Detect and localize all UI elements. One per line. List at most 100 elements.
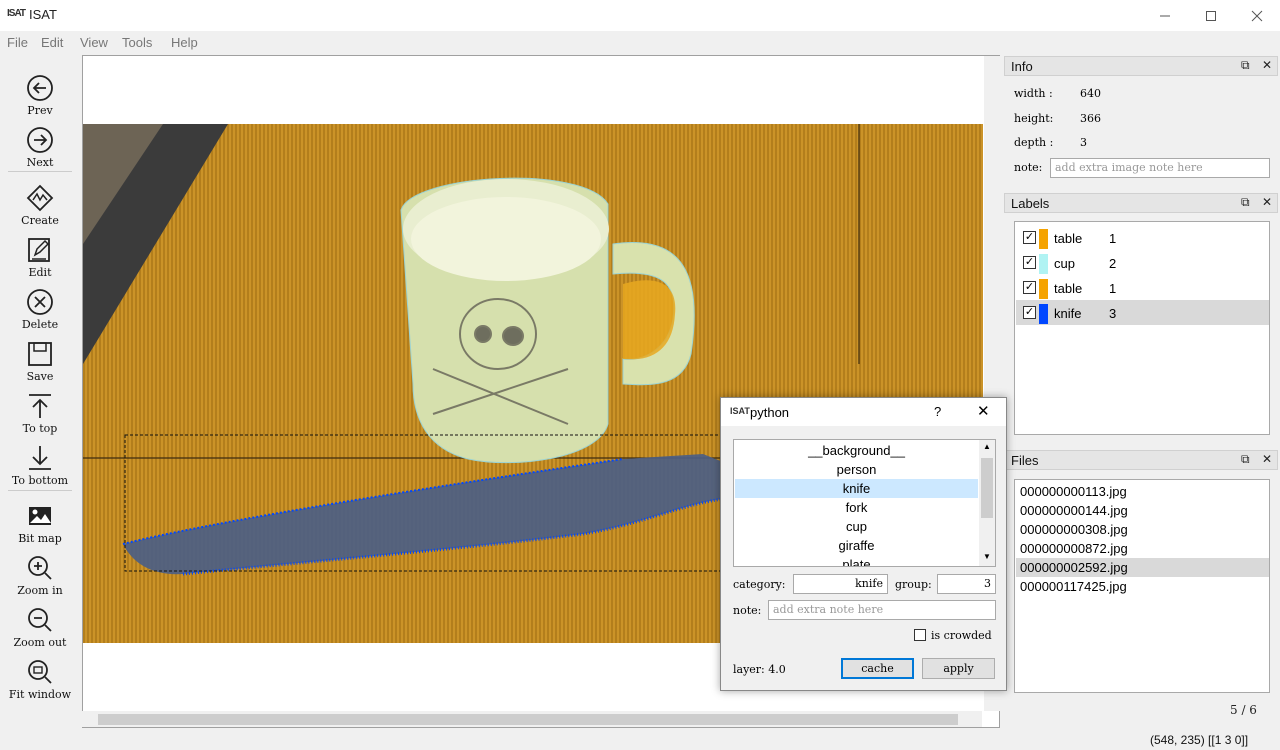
file-row[interactable]: 000000002592.jpg (1016, 558, 1269, 577)
files-list[interactable]: 000000000113.jpg 000000000144.jpg 00000000… (1014, 479, 1270, 693)
close-icon[interactable]: ✕ (1262, 452, 1272, 466)
info-width-label: width : (1014, 87, 1053, 100)
category-item[interactable]: fork (735, 498, 978, 517)
app-logo: ISAT (7, 8, 26, 19)
maximize-icon[interactable] (1188, 0, 1234, 31)
file-row[interactable]: 000000000144.jpg (1016, 501, 1269, 520)
scroll-up-icon[interactable]: ▲ (983, 442, 991, 451)
float-icon[interactable]: ⧉ (1241, 58, 1250, 73)
edit-label: Edit (28, 266, 52, 279)
file-row[interactable]: 000000000113.jpg (1016, 482, 1269, 501)
dialog-logo: ISAT (730, 406, 750, 416)
to-top-label: To top (22, 422, 58, 435)
label-visible-checkbox[interactable]: ✓ (1023, 306, 1036, 319)
label-visible-checkbox[interactable]: ✓ (1023, 231, 1036, 244)
to-bottom-label: To bottom (11, 474, 69, 487)
file-row[interactable]: 000000000872.jpg (1016, 539, 1269, 558)
window-title: ISAT (29, 7, 57, 22)
label-row[interactable]: ✓ table 1 (1016, 225, 1269, 250)
save-button[interactable]: Save (0, 332, 80, 383)
label-visible-checkbox[interactable]: ✓ (1023, 281, 1036, 294)
toolbar-separator (8, 171, 72, 172)
note-label: note: (733, 604, 762, 617)
dialog-title-bar: ISAT python ? ✕ (721, 398, 1006, 426)
category-label: category: (733, 578, 786, 591)
category-item[interactable]: knife (735, 479, 978, 498)
label-row[interactable]: ✓ table 1 (1016, 275, 1269, 300)
label-row[interactable]: ✓ cup 2 (1016, 250, 1269, 275)
is-crowded-checkbox[interactable] (914, 629, 926, 641)
category-list[interactable]: plate giraffe cup fork knife person __backgrou… (733, 439, 996, 567)
label-color-swatch (1039, 229, 1048, 249)
delete-button[interactable]: Delete (0, 280, 80, 331)
create-label: Create (21, 214, 59, 227)
menu-file[interactable]: File (7, 35, 28, 50)
zoom-in-label: Zoom in (17, 584, 63, 597)
help-icon[interactable]: ? (934, 404, 941, 419)
next-button[interactable]: Next (0, 118, 80, 169)
group-label: group: (895, 578, 932, 591)
info-depth-value: 3 (1080, 136, 1087, 149)
zoom-in-button[interactable]: Zoom in (0, 546, 80, 597)
note-input[interactable]: add extra note here (768, 600, 996, 620)
create-button[interactable]: Create (0, 176, 80, 227)
arrow-down-to-bottom-icon (29, 446, 51, 470)
close-icon[interactable] (1234, 0, 1280, 31)
file-row[interactable]: 000000000308.jpg (1016, 520, 1269, 539)
to-bottom-button[interactable]: To bottom (0, 436, 80, 487)
labels-list[interactable]: ✓ table 1 ✓ cup 2 ✓ table 1 ✓ knife 3 (1014, 221, 1270, 435)
dialog-title: python (750, 405, 790, 420)
menu-view[interactable]: View (80, 35, 108, 50)
apply-button[interactable]: apply (922, 658, 995, 679)
files-dock-title: Files ⧉ ✕ (1004, 450, 1278, 470)
labels-dock-title: Labels ⧉ ✕ (1004, 193, 1278, 213)
to-top-button[interactable]: To top (0, 384, 80, 435)
close-icon[interactable]: ✕ (1262, 58, 1272, 72)
category-item[interactable]: __background__ (735, 441, 978, 460)
group-input[interactable]: 3 (937, 574, 996, 594)
close-icon[interactable]: ✕ (1262, 195, 1272, 209)
info-width-value: 640 (1080, 87, 1101, 100)
cache-button[interactable]: cache (841, 658, 914, 679)
image-icon (29, 507, 51, 525)
prev-label: Prev (27, 104, 53, 117)
delete-label: Delete (21, 318, 59, 331)
info-dock-title: Info ⧉ ✕ (1004, 56, 1278, 76)
file-row[interactable]: 000000117425.jpg (1016, 577, 1269, 596)
fit-window-label: Fit window (8, 688, 72, 701)
label-name: cup (1054, 256, 1075, 271)
bit-map-button[interactable]: Bit map (0, 494, 80, 545)
close-icon[interactable]: ✕ (977, 402, 990, 420)
label-row[interactable]: ✓ knife 3 (1016, 300, 1269, 325)
minimize-icon[interactable] (1142, 0, 1188, 31)
category-input[interactable]: knife (793, 574, 888, 594)
label-name: table (1054, 231, 1083, 246)
float-icon[interactable]: ⧉ (1241, 195, 1250, 210)
zoom-out-button[interactable]: Zoom out (0, 598, 80, 649)
horizontal-scroll-thumb[interactable] (98, 714, 958, 725)
labels-dock-name: Labels (1011, 196, 1050, 211)
menu-edit[interactable]: Edit (41, 35, 63, 50)
edit-button[interactable]: Edit (0, 228, 80, 279)
scroll-down-icon[interactable]: ▼ (983, 552, 991, 561)
category-scroll-thumb[interactable] (981, 458, 993, 518)
canvas-horizontal-scrollbar[interactable] (82, 711, 982, 727)
fit-window-button[interactable]: Fit window (0, 650, 80, 701)
label-color-swatch (1039, 254, 1048, 274)
menu-help[interactable]: Help (171, 35, 198, 50)
category-item[interactable]: cup (735, 517, 978, 536)
label-color-swatch (1039, 304, 1048, 324)
info-depth-label: depth : (1014, 136, 1054, 149)
label-name: knife (1054, 306, 1082, 321)
label-visible-checkbox[interactable]: ✓ (1023, 256, 1036, 269)
float-icon[interactable]: ⧉ (1241, 452, 1250, 467)
menu-tools[interactable]: Tools (122, 35, 152, 50)
category-item[interactable]: person (735, 460, 978, 479)
prev-button[interactable]: Prev (0, 66, 80, 117)
category-item[interactable]: giraffe (735, 536, 978, 555)
category-item[interactable]: plate (735, 555, 978, 566)
image-note-input[interactable]: add extra image note here (1050, 158, 1270, 178)
bit-map-label: Bit map (18, 532, 62, 545)
category-scrollbar[interactable]: ▲ ▼ (979, 440, 995, 566)
save-label: Save (26, 370, 54, 383)
